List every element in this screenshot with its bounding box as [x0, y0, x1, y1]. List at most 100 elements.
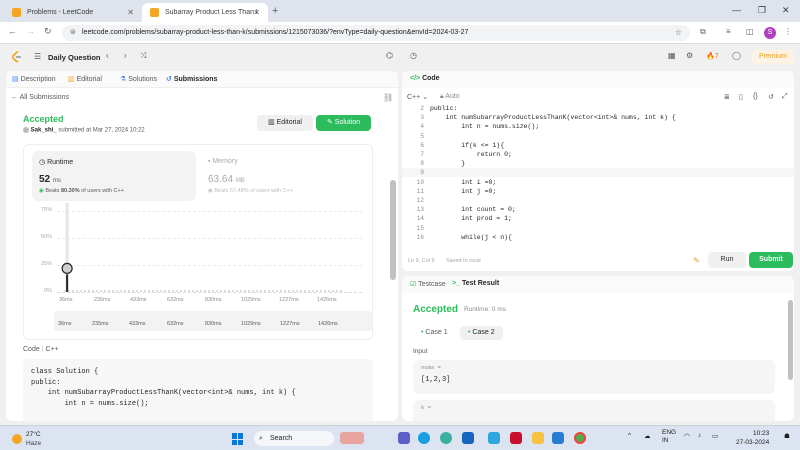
wifi-icon[interactable]: ◠ — [684, 432, 690, 440]
submitter-name[interactable]: Sak_shi_ — [31, 128, 57, 134]
distribution-bar — [104, 290, 106, 292]
shuffle-icon[interactable]: ⤨ — [140, 51, 146, 61]
input-nums-box[interactable]: nums = [1,2,3] — [413, 360, 775, 394]
battery-icon[interactable]: ▭ — [712, 432, 718, 440]
edge-icon[interactable] — [418, 432, 430, 444]
forward-arrow-icon[interactable]: → — [26, 26, 35, 36]
bookmark-icon[interactable]: ▯ — [739, 93, 743, 101]
user-avatar-icon[interactable]: ◯ — [732, 51, 741, 60]
notification-icon[interactable]: ☗ — [784, 432, 790, 440]
tab-description[interactable]: ▤ Description — [12, 75, 56, 83]
profile-avatar[interactable]: S — [764, 27, 776, 39]
prev-problem-icon[interactable]: ‹ — [106, 51, 109, 60]
share-link-icon[interactable]: ⛓ — [383, 93, 393, 102]
distribution-bar — [132, 290, 134, 292]
back-arrow-icon[interactable]: ← — [8, 26, 17, 36]
teams-icon[interactable] — [398, 432, 410, 444]
pass-dot-icon: • — [421, 329, 424, 336]
distribution-bar — [128, 290, 130, 292]
case-2-tab[interactable]: • Case 2 — [460, 326, 503, 340]
close-tab-icon[interactable]: ✕ — [253, 8, 260, 17]
auto-mode-toggle[interactable]: 🔒︎ Auto — [440, 93, 460, 101]
close-window-icon[interactable]: ✕ — [782, 5, 790, 16]
checkbox-icon: ☑ — [410, 281, 417, 288]
layout-icon[interactable]: ▦ — [668, 51, 676, 60]
format-icon[interactable]: ≣ — [724, 93, 730, 101]
copilot-icon[interactable] — [440, 432, 452, 444]
line-number: 3 — [420, 114, 424, 122]
folder-icon[interactable] — [532, 432, 544, 444]
line-number: 15 — [416, 224, 424, 232]
chrome-icon[interactable] — [574, 432, 586, 444]
premium-button[interactable]: Premium — [752, 50, 794, 64]
tab-solutions[interactable]: ⚗ Solutions — [120, 75, 157, 83]
taskbar-search[interactable]: ⌕ Search — [254, 431, 334, 446]
editorial-button[interactable]: ▥ Editorial — [257, 115, 313, 131]
tray-cloud-icon[interactable]: ☁ — [644, 432, 651, 440]
reset-icon[interactable]: ↺ — [768, 93, 774, 101]
restore-icon[interactable]: ❐ — [758, 5, 766, 16]
next-problem-icon[interactable]: › — [124, 51, 127, 60]
editorial-icon: ▥ — [68, 76, 75, 83]
site-info-icon[interactable]: ⊜ — [70, 25, 76, 41]
run-button[interactable]: Run — [708, 252, 746, 268]
minimize-icon[interactable]: — — [732, 5, 741, 15]
windows-start-icon[interactable] — [232, 433, 244, 445]
input-k-box[interactable]: k = — [413, 400, 775, 421]
debug-icon[interactable]: ⌬ — [386, 51, 393, 60]
distribution-bar — [316, 290, 318, 292]
mcafee-icon[interactable] — [510, 432, 522, 444]
problem-list-icon[interactable]: ☰ — [34, 52, 41, 61]
tab-testcase[interactable]: ☑ Testcase — [410, 280, 446, 288]
tab-submissions[interactable]: ↺ Submissions — [166, 75, 217, 83]
line-number: 14 — [416, 215, 424, 223]
side-panel-icon[interactable]: ◫ — [746, 27, 754, 36]
tab-editorial[interactable]: ▥ Editorial — [68, 75, 102, 83]
tray-overflow-icon[interactable]: ^ — [628, 432, 631, 439]
test-panel-scrollbar[interactable] — [788, 300, 793, 380]
pencil-icon: ✎ — [326, 119, 333, 126]
system-clock[interactable]: 10:23 27-03-2024 — [736, 429, 769, 447]
editor-code-area[interactable]: 2 public: 3 int numSubarrayProductLessThan… — [402, 105, 794, 251]
left-panel-scrollbar[interactable] — [390, 180, 396, 280]
store-icon[interactable] — [552, 432, 564, 444]
url-field[interactable]: ⊜ leetcode.com/problems/subarray-product… — [62, 25, 690, 41]
your-runtime-bar — [66, 274, 69, 292]
timer-icon[interactable]: ◷ — [410, 51, 417, 60]
extensions-icon[interactable]: ⧉ — [700, 27, 706, 37]
volume-icon[interactable]: ♪ — [698, 432, 701, 439]
solution-button[interactable]: ✎ Solution — [316, 115, 371, 131]
distribution-bar — [92, 290, 94, 292]
distribution-bar — [336, 290, 338, 292]
all-submissions-link[interactable]: ← All Submissions — [11, 94, 69, 101]
close-tab-icon[interactable]: ✕ — [127, 8, 134, 17]
reload-icon[interactable]: ↻ — [44, 26, 52, 37]
submitted-code-block[interactable]: class Solution {public: int numSubarrayP… — [23, 359, 373, 421]
daily-question-title[interactable]: Daily Question — [48, 53, 101, 62]
case-1-tab[interactable]: • Case 1 — [413, 326, 456, 340]
widgets-app-icon[interactable] — [340, 432, 364, 444]
streak-fire-icon[interactable]: 🔥7 — [706, 52, 719, 60]
distribution-bar — [168, 290, 170, 292]
photos-icon[interactable] — [488, 432, 500, 444]
your-runtime-marker[interactable] — [61, 262, 73, 275]
search-label: Search — [270, 435, 293, 442]
input-language[interactable]: ENG IN — [662, 429, 676, 445]
distribution-bar — [280, 290, 282, 292]
file-explorer-icon[interactable] — [462, 432, 474, 444]
language-select[interactable]: C++ ⌄ — [407, 93, 428, 101]
braces-icon[interactable]: {} — [753, 93, 758, 100]
leetcode-logo-icon[interactable] — [12, 51, 22, 63]
browser-tab-subarray[interactable]: Subarray Product Less Than K ✕ — [142, 3, 268, 22]
media-icon[interactable]: ≡ — [726, 27, 731, 36]
settings-gear-icon[interactable]: ⚙ — [686, 51, 693, 60]
notes-icon[interactable]: ✎ — [693, 256, 700, 265]
new-tab-icon[interactable]: + — [272, 5, 278, 17]
browser-menu-icon[interactable]: ⋮ — [784, 27, 792, 36]
bookmark-star-icon[interactable]: ☆ — [675, 25, 682, 41]
submit-button[interactable]: Submit — [749, 252, 793, 268]
fullscreen-icon[interactable]: ⤢ — [782, 93, 788, 101]
browser-tab-problems[interactable]: Problems - LeetCode ✕ — [4, 3, 142, 22]
x-tick-label: 1227ms — [279, 297, 299, 303]
tab-test-result[interactable]: >_ Test Result — [452, 280, 499, 287]
